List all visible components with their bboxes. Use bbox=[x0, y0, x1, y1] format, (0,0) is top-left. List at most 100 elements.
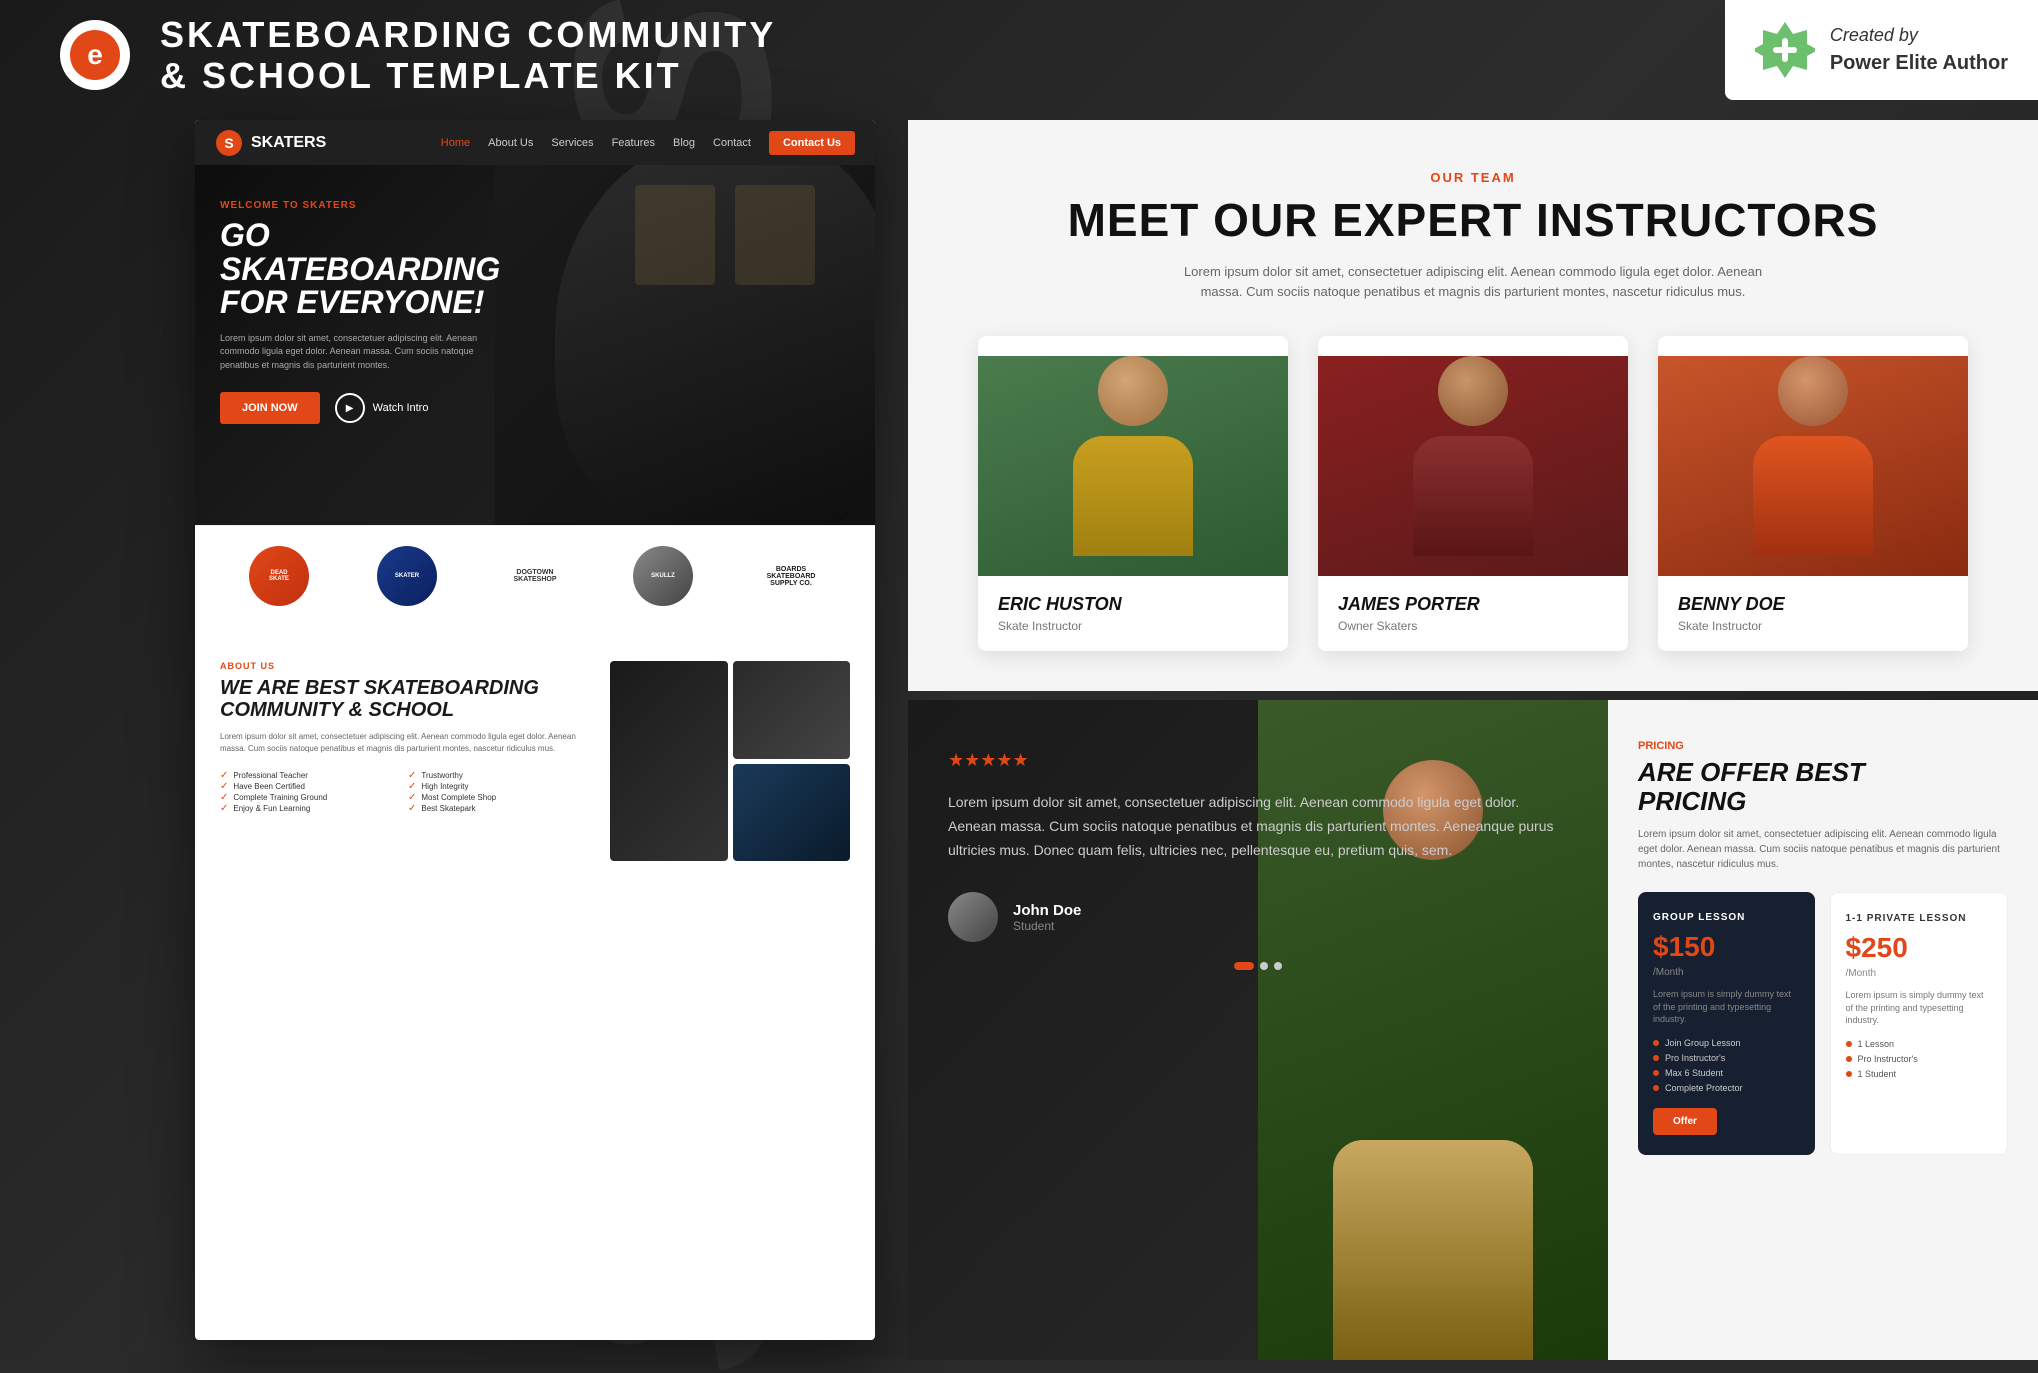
offer-button[interactable]: Offer bbox=[1653, 1108, 1717, 1135]
brands-section: DEADSKATE SKATER DOGTOWNSKATESHOP SKULLZ… bbox=[195, 525, 875, 626]
check-icon-5: ✓ bbox=[408, 770, 416, 781]
feature-shop: ✓ Most Complete Shop bbox=[408, 792, 590, 803]
nav-blog[interactable]: Blog bbox=[673, 137, 695, 149]
person-head-2 bbox=[1438, 356, 1508, 426]
hero-description: Lorem ipsum dolor sit amet, consectetuer… bbox=[220, 332, 480, 373]
dot-3 bbox=[1274, 962, 1282, 970]
person-head-1 bbox=[1098, 356, 1168, 426]
feature-2-text: Have Been Certified bbox=[233, 782, 305, 791]
testimonial-info: John Doe Student bbox=[1013, 902, 1081, 933]
site-logo: S SKATERS bbox=[215, 129, 326, 157]
brand-boards: BOARDSSKATEBOARDSUPPLY CO. bbox=[751, 551, 831, 601]
team-tag: OUR TEAM bbox=[968, 170, 1978, 185]
private-feature-3-text: 1 Student bbox=[1858, 1069, 1897, 1079]
hero-tag: WELCOME TO SKATERS bbox=[220, 200, 520, 211]
hero-buttons: Join Now ▶ Watch Intro bbox=[220, 392, 520, 424]
private-feature-3: 1 Student bbox=[1846, 1069, 1993, 1079]
group-plan-period: /Month bbox=[1653, 967, 1800, 978]
feature-integrity: ✓ High Integrity bbox=[408, 781, 590, 792]
dot-private-3 bbox=[1846, 1071, 1852, 1077]
team-name-1: ERIC HUSTON bbox=[998, 594, 1268, 615]
about-title-1: WE ARE BEST SKATEBOARDING bbox=[220, 677, 590, 699]
header-title-line2: & SCHOOL TEMPLATE KIT bbox=[160, 55, 776, 96]
features-left: ✓ Professional Teacher ✓ Have Been Certi… bbox=[220, 770, 402, 814]
features-grid: ✓ Professional Teacher ✓ Have Been Certi… bbox=[220, 770, 590, 814]
nav-services[interactable]: Services bbox=[551, 137, 593, 149]
testimonial-avatar bbox=[948, 892, 998, 942]
team-card-info-3: BENNY DOE Skate Instructor bbox=[1658, 576, 1968, 651]
feature-professional: ✓ Professional Teacher bbox=[220, 770, 402, 781]
about-tag: ABOUT US bbox=[220, 661, 590, 671]
group-plan-label: GROUP LESSON bbox=[1653, 912, 1800, 923]
nav-features[interactable]: Features bbox=[612, 137, 655, 149]
testimonial-name: John Doe bbox=[1013, 902, 1081, 919]
private-feature-1: 1 Lesson bbox=[1846, 1039, 1993, 1049]
team-name-3: BENNY DOE bbox=[1678, 594, 1948, 615]
group-feature-3-text: Max 6 Student bbox=[1665, 1068, 1723, 1078]
play-icon: ▶ bbox=[335, 393, 365, 423]
watch-intro-button[interactable]: ▶ Watch Intro bbox=[335, 393, 429, 423]
feature-skatepark: ✓ Best Skatepark bbox=[408, 803, 590, 814]
bottom-section: ★★★★★ Lorem ipsum dolor sit amet, consec… bbox=[908, 700, 2038, 1360]
feature-5-text: Trustworthy bbox=[421, 771, 463, 780]
site-logo-text: SKATERS bbox=[251, 134, 326, 152]
star-rating: ★★★★★ bbox=[948, 750, 1568, 771]
team-role-3: Skate Instructor bbox=[1678, 619, 1948, 633]
person-photo-body bbox=[1333, 1140, 1533, 1360]
team-card-info-1: ERIC HUSTON Skate Instructor bbox=[978, 576, 1288, 651]
feature-fun: ✓ Enjoy & Fun Learning bbox=[220, 803, 402, 814]
feature-3-text: Complete Training Ground bbox=[233, 793, 327, 802]
team-role-1: Skate Instructor bbox=[998, 619, 1268, 633]
private-plan-period: /Month bbox=[1846, 968, 1993, 979]
nav-about[interactable]: About Us bbox=[488, 137, 533, 149]
check-icon-4: ✓ bbox=[220, 803, 228, 814]
nav-contact[interactable]: Contact bbox=[713, 137, 751, 149]
nav-cta-button[interactable]: Contact Us bbox=[769, 131, 855, 155]
group-feature-1: Join Group Lesson bbox=[1653, 1038, 1800, 1048]
testimonial-dots bbox=[948, 962, 1568, 970]
group-feature-2-text: Pro Instructor's bbox=[1665, 1053, 1725, 1063]
dot-group-4 bbox=[1653, 1085, 1659, 1091]
group-feature-2: Pro Instructor's bbox=[1653, 1053, 1800, 1063]
svg-text:S: S bbox=[224, 135, 233, 151]
dot-group-2 bbox=[1653, 1055, 1659, 1061]
check-icon-8: ✓ bbox=[408, 803, 416, 814]
about-title-2: COMMUNITY & SCHOOL bbox=[220, 699, 590, 721]
team-title: MEET OUR EXPERT INSTRUCTORS bbox=[968, 193, 1978, 247]
skater-figure bbox=[555, 165, 875, 525]
dot-1 bbox=[1234, 962, 1254, 970]
check-icon: ✓ bbox=[220, 770, 228, 781]
dot-group-1 bbox=[1653, 1040, 1659, 1046]
testimonial-section: ★★★★★ Lorem ipsum dolor sit amet, consec… bbox=[908, 700, 1608, 1360]
check-icon-6: ✓ bbox=[408, 781, 416, 792]
dot-private-1 bbox=[1846, 1041, 1852, 1047]
pricing-title-line1: ARE OFFER BEST bbox=[1638, 757, 1865, 787]
private-feature-2-text: Pro Instructor's bbox=[1858, 1054, 1918, 1064]
power-elite-label: Power Elite Author bbox=[1830, 49, 2008, 77]
feature-trustworthy: ✓ Trustworthy bbox=[408, 770, 590, 781]
dot-group-3 bbox=[1653, 1070, 1659, 1076]
brand-dogtown: DOGTOWNSKATESHOP bbox=[495, 551, 575, 601]
hero-skater-image bbox=[495, 165, 875, 525]
group-feature-1-text: Join Group Lesson bbox=[1665, 1038, 1741, 1048]
nav-links: Home About Us Services Features Blog Con… bbox=[441, 131, 855, 155]
team-role-2: Owner Skaters bbox=[1338, 619, 1608, 633]
features-right: ✓ Trustworthy ✓ High Integrity ✓ Most Co… bbox=[408, 770, 590, 814]
nav-home[interactable]: Home bbox=[441, 137, 470, 149]
pricing-card-private: 1-1 PRIVATE LESSON $250 /Month Lorem ips… bbox=[1830, 892, 2009, 1155]
feature-1-text: Professional Teacher bbox=[233, 771, 308, 780]
about-section: ABOUT US WE ARE BEST SKATEBOARDING COMMU… bbox=[195, 626, 875, 896]
created-by-badge: Created by Power Elite Author bbox=[1725, 0, 2038, 100]
brand-skater: SKATER bbox=[367, 551, 447, 601]
elementor-logo: e bbox=[60, 20, 130, 90]
check-icon-7: ✓ bbox=[408, 792, 416, 803]
team-card-3: BENNY DOE Skate Instructor bbox=[1658, 336, 1968, 651]
hero-title-line2: FOR EVERYONE! bbox=[220, 286, 520, 320]
badge-icon bbox=[1755, 20, 1815, 80]
pricing-card-group: GROUP LESSON $150 /Month Lorem ipsum is … bbox=[1638, 892, 1815, 1155]
site-logo-icon: S bbox=[215, 129, 243, 157]
about-left: ABOUT US WE ARE BEST SKATEBOARDING COMMU… bbox=[220, 661, 590, 861]
pricing-cards: GROUP LESSON $150 /Month Lorem ipsum is … bbox=[1638, 892, 2008, 1155]
team-card-img-1 bbox=[978, 356, 1288, 576]
join-now-button[interactable]: Join Now bbox=[220, 392, 320, 424]
